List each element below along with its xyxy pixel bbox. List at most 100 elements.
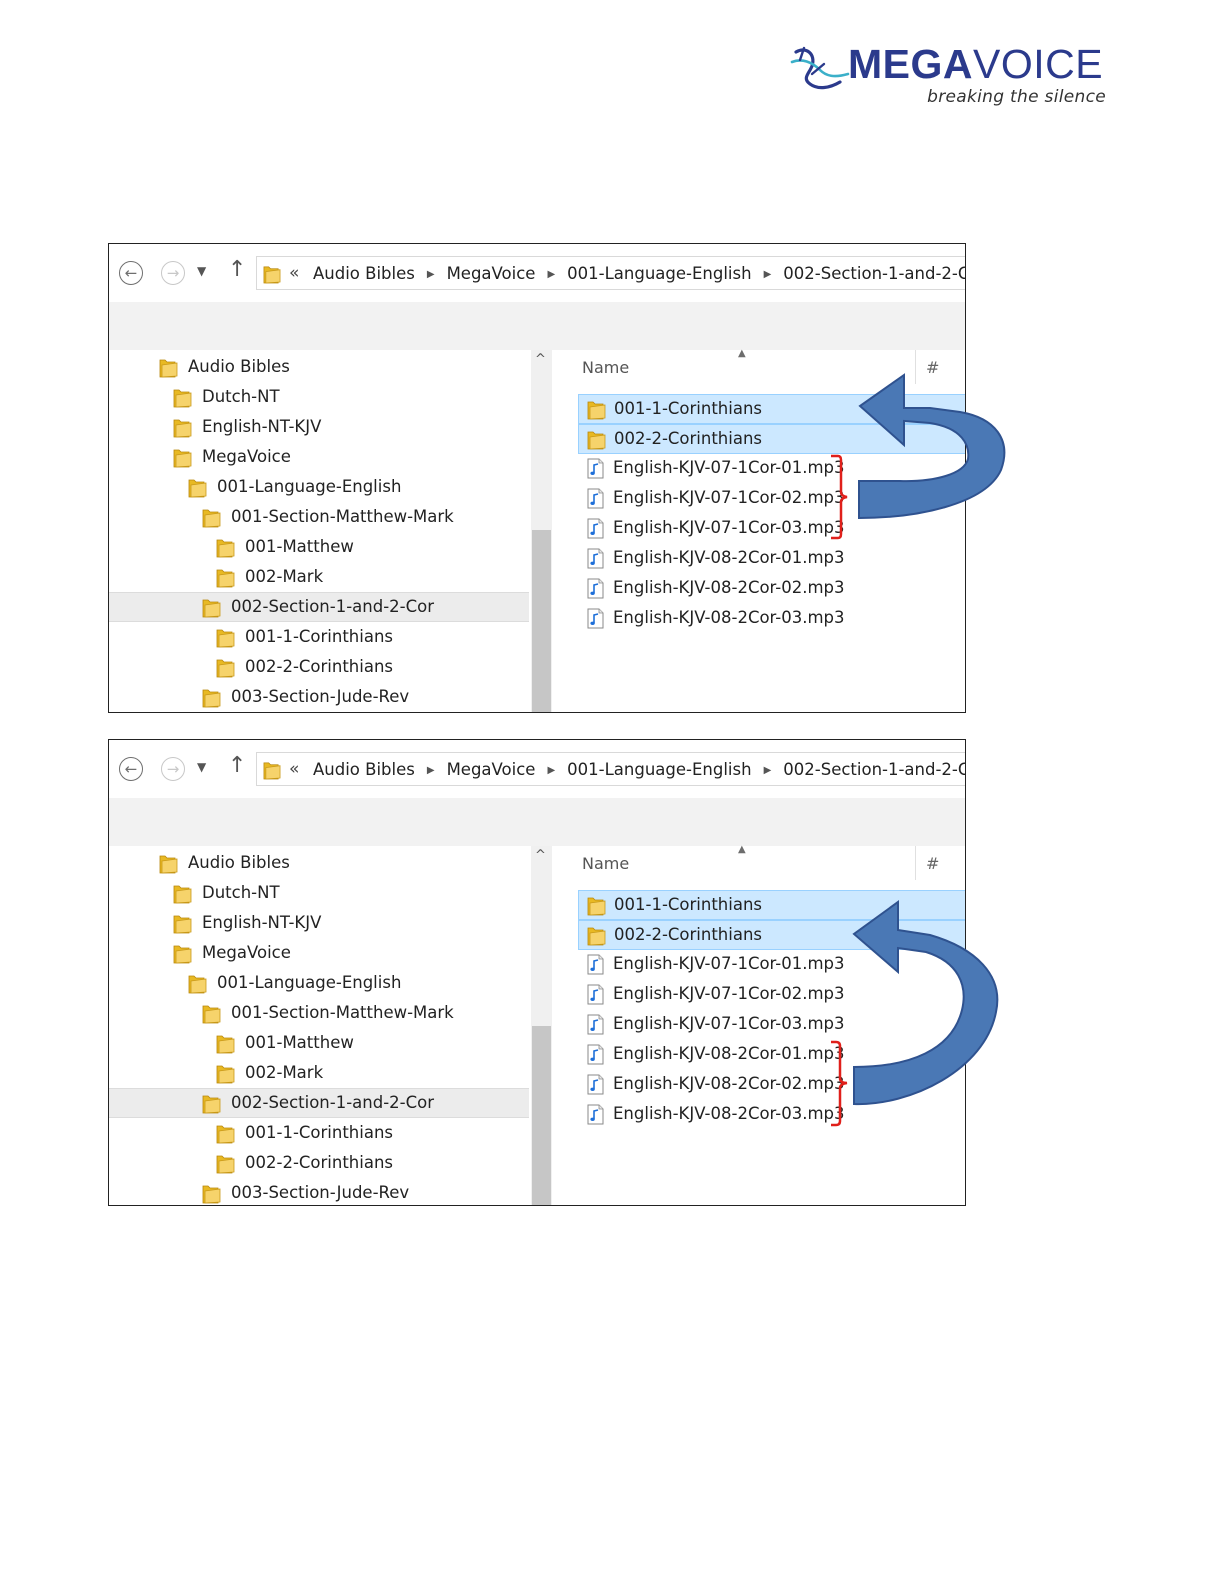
file-name-label: 002-2-Corinthians: [614, 925, 763, 944]
back-button[interactable]: ←: [119, 261, 143, 285]
folder-icon: [587, 431, 606, 450]
file-list-audio-row[interactable]: English-KJV-08-2Cor-01.mp3: [578, 544, 965, 574]
folder-icon: [216, 1125, 235, 1144]
navigation-bar: ← → ▼ ↑ « Audio Bibles ▶ MegaVoice ▶ 001-Lan…: [109, 244, 965, 302]
megavoice-logo: MEGAVOICE breaking the silence: [790, 41, 1110, 112]
file-name-label: 002-2-Corinthians: [614, 429, 763, 448]
ribbon-area: [109, 302, 965, 350]
file-list-folder-row[interactable]: 002-2-Corinthians: [578, 424, 965, 454]
forward-button[interactable]: →: [161, 757, 185, 781]
breadcrumb-separator-icon[interactable]: ▶: [547, 269, 555, 280]
back-button[interactable]: ←: [119, 757, 143, 781]
audio-file-icon: [587, 1074, 604, 1095]
column-header-name[interactable]: Name: [582, 854, 629, 873]
tree-item-label: 001-1-Corinthians: [245, 1123, 394, 1142]
overflow-chevron-icon[interactable]: «: [289, 759, 299, 779]
up-button[interactable]: ↑: [228, 755, 246, 777]
tree-item-label: 002-2-Corinthians: [245, 657, 394, 676]
folder-icon: [173, 419, 192, 438]
audio-file-icon: [587, 578, 604, 599]
file-list-audio-row[interactable]: English-KJV-07-1Cor-02.mp3: [578, 980, 965, 1010]
breadcrumb-item[interactable]: 001-Language-English: [567, 264, 751, 283]
tree-item-label: 001-Language-English: [217, 477, 402, 496]
column-divider[interactable]: [915, 350, 916, 384]
folder-icon: [202, 1095, 221, 1114]
column-divider[interactable]: [915, 846, 916, 880]
breadcrumb-separator-icon[interactable]: ▶: [764, 765, 772, 776]
tree-scrollbar[interactable]: ^: [531, 846, 552, 1205]
ribbon-area: [109, 798, 965, 846]
file-list-audio-row[interactable]: English-KJV-08-2Cor-03.mp3: [578, 604, 965, 634]
folder-icon: [159, 359, 178, 378]
recent-locations-button[interactable]: ▼: [197, 264, 206, 278]
breadcrumb-item[interactable]: 001-Language-English: [567, 760, 751, 779]
arrow-left-icon: ←: [124, 263, 138, 282]
tree-item-label: 001-Matthew: [245, 1033, 354, 1052]
tree-item-label: 002-Section-1-and-2-Cor: [231, 597, 435, 616]
breadcrumb-item[interactable]: MegaVoice: [447, 760, 536, 779]
navigation-tree: Audio Bibles Dutch-NT English-NT-KJV MegaVo…: [109, 846, 531, 1205]
folder-icon: [263, 760, 281, 780]
folder-icon: [173, 449, 192, 468]
tree-item-label: Audio Bibles: [188, 853, 290, 872]
breadcrumb-item[interactable]: 002-Section-1-and-2-Cor: [783, 760, 965, 779]
file-list-audio-row[interactable]: English-KJV-08-2Cor-01.mp3: [578, 1040, 965, 1070]
tree-item-label: 001-1-Corinthians: [245, 627, 394, 646]
file-name-label: English-KJV-08-2Cor-02.mp3: [613, 1074, 845, 1093]
breadcrumb-item[interactable]: Audio Bibles: [313, 760, 415, 779]
file-name-label: English-KJV-07-1Cor-03.mp3: [613, 518, 845, 537]
file-list-audio-row[interactable]: English-KJV-08-2Cor-02.mp3: [578, 1070, 965, 1100]
forward-button[interactable]: →: [161, 261, 185, 285]
folder-icon: [216, 569, 235, 588]
tree-item-label: 003-Section-Jude-Rev: [231, 687, 410, 706]
file-list-audio-row[interactable]: English-KJV-07-1Cor-03.mp3: [578, 514, 965, 544]
explorer-window-after: ← → ▼ ↑ « Audio Bibles ▶ MegaVoice ▶ 001-Lan…: [108, 739, 966, 1206]
file-list-audio-row[interactable]: English-KJV-07-1Cor-02.mp3: [578, 484, 965, 514]
brand-light: VOICE: [973, 41, 1104, 87]
file-list-audio-row[interactable]: English-KJV-08-2Cor-03.mp3: [578, 1100, 965, 1130]
chevron-down-icon: ▼: [197, 760, 207, 774]
column-header-name[interactable]: Name: [582, 358, 629, 377]
breadcrumb-separator-icon[interactable]: ▶: [427, 269, 435, 280]
brand-tagline: breaking the silence: [927, 87, 1106, 107]
scroll-up-icon[interactable]: ^: [535, 848, 546, 863]
audio-file-icon: [587, 1044, 604, 1065]
breadcrumb-item[interactable]: MegaVoice: [447, 264, 536, 283]
breadcrumb-separator-icon[interactable]: ▶: [427, 765, 435, 776]
file-list-folder-row[interactable]: 001-1-Corinthians: [578, 394, 965, 424]
audio-file-icon: [587, 608, 604, 629]
tree-item-label: MegaVoice: [202, 943, 291, 962]
arrow-left-icon: ←: [124, 759, 138, 778]
file-list-audio-row[interactable]: English-KJV-07-1Cor-03.mp3: [578, 1010, 965, 1040]
explorer-window-before: ← → ▼ ↑ « Audio Bibles ▶ MegaVoice ▶ 001-Lan…: [108, 243, 966, 713]
folder-icon: [216, 659, 235, 678]
overflow-chevron-icon[interactable]: «: [289, 263, 299, 283]
file-list-folder-row[interactable]: 002-2-Corinthians: [578, 920, 965, 950]
breadcrumb-item[interactable]: 002-Section-1-and-2-Cor: [783, 264, 965, 283]
file-name-label: 001-1-Corinthians: [614, 895, 763, 914]
arrow-right-icon: →: [166, 759, 180, 778]
recent-locations-button[interactable]: ▼: [197, 760, 206, 774]
folder-icon: [216, 1035, 235, 1054]
scroll-up-icon[interactable]: ^: [535, 352, 546, 367]
scrollbar-thumb[interactable]: [532, 1026, 551, 1205]
file-name-label: English-KJV-08-2Cor-01.mp3: [613, 1044, 845, 1063]
tree-item-label: English-NT-KJV: [202, 913, 322, 932]
column-header-number[interactable]: #: [926, 358, 939, 377]
up-button[interactable]: ↑: [228, 259, 246, 281]
tree-scrollbar[interactable]: ^: [531, 350, 552, 712]
address-bar[interactable]: « Audio Bibles ▶ MegaVoice ▶ 001-Language-En…: [256, 752, 965, 786]
breadcrumb-separator-icon[interactable]: ▶: [547, 765, 555, 776]
file-list-audio-row[interactable]: English-KJV-08-2Cor-02.mp3: [578, 574, 965, 604]
breadcrumb-separator-icon[interactable]: ▶: [764, 269, 772, 280]
arrow-up-icon: ↑: [228, 753, 247, 778]
address-bar[interactable]: « Audio Bibles ▶ MegaVoice ▶ 001-Language-En…: [256, 256, 965, 290]
column-header-number[interactable]: #: [926, 854, 939, 873]
folder-icon: [188, 479, 207, 498]
file-list-audio-row[interactable]: English-KJV-07-1Cor-01.mp3: [578, 950, 965, 980]
scrollbar-thumb[interactable]: [532, 530, 551, 712]
folder-icon: [202, 1005, 221, 1024]
breadcrumb-item[interactable]: Audio Bibles: [313, 264, 415, 283]
file-list-audio-row[interactable]: English-KJV-07-1Cor-01.mp3: [578, 454, 965, 484]
file-list-folder-row[interactable]: 001-1-Corinthians: [578, 890, 965, 920]
